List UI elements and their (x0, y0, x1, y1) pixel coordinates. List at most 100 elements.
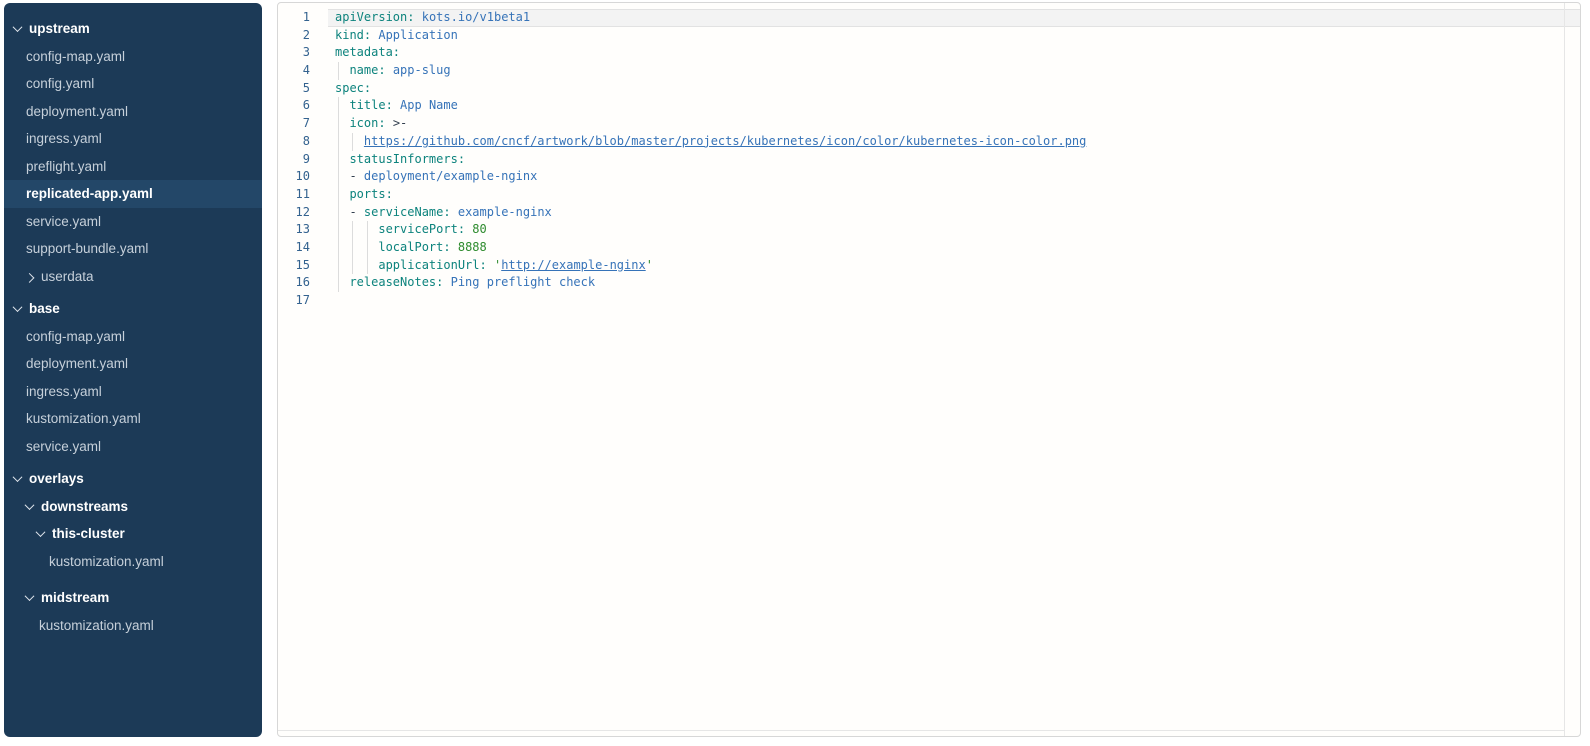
code-line-16[interactable]: releaseNotes: Ping preflight check (335, 274, 1560, 292)
code-token: 8888 (458, 240, 487, 254)
tree-item-label: this-cluster (52, 526, 125, 541)
indent-guide (338, 115, 339, 133)
tree-folder-base[interactable]: base (4, 295, 262, 323)
code-token: servicePort: (378, 222, 465, 236)
code-token: localPort: (378, 240, 450, 254)
code-line-13[interactable]: servicePort: 80 (335, 221, 1560, 239)
tree-folder-upstream[interactable]: upstream (4, 15, 262, 43)
tree-file-support-bundle.yaml[interactable]: support-bundle.yaml (4, 235, 262, 263)
code-token: app-slug (393, 63, 451, 77)
code-link-url[interactable]: https://github.com/cncf/artwork/blob/mas… (364, 134, 1086, 148)
code-line-9[interactable]: statusInformers: (335, 151, 1560, 169)
code-token: Ping preflight check (451, 275, 596, 289)
chevron-down-icon (36, 527, 46, 537)
code-token: 80 (472, 222, 486, 236)
line-number: 10 (278, 168, 310, 186)
code-line-2[interactable]: kind: Application (335, 27, 1560, 45)
code-line-5[interactable]: spec: (335, 80, 1560, 98)
indent-guide (367, 257, 368, 275)
indent-guide (352, 257, 353, 275)
tree-folder-userdata[interactable]: userdata (4, 263, 262, 291)
indent-guide (338, 133, 339, 151)
code-token: apiVersion: (335, 10, 414, 24)
code-line-4[interactable]: name: app-slug (335, 62, 1560, 80)
tree-file-service.yaml[interactable]: service.yaml (4, 208, 262, 236)
tree-item-label: preflight.yaml (26, 159, 106, 174)
tree-file-config-map.yaml[interactable]: config-map.yaml (4, 43, 262, 71)
tree-item-label: kustomization.yaml (26, 411, 141, 426)
tree-file-ingress.yaml[interactable]: ingress.yaml (4, 378, 262, 406)
line-number: 2 (278, 27, 310, 45)
code-token (386, 116, 393, 130)
code-line-11[interactable]: ports: (335, 186, 1560, 204)
code-line-8[interactable]: https://github.com/cncf/artwork/blob/mas… (335, 133, 1560, 151)
code-token (335, 134, 364, 148)
code-token: kind: (335, 28, 371, 42)
line-number: 6 (278, 97, 310, 115)
indent-guide (338, 257, 339, 275)
editor-code-area[interactable]: apiVersion: kots.io/v1beta1kind: Applica… (335, 9, 1560, 310)
tree-file-replicated-app.yaml[interactable]: replicated-app.yaml (4, 180, 262, 208)
tree-item-label: service.yaml (26, 439, 101, 454)
code-token: statusInformers: (349, 152, 465, 166)
editor-gutter: 1234567891011121314151617 (278, 9, 310, 310)
tree-item-label: service.yaml (26, 214, 101, 229)
file-tree-sidebar[interactable]: upstreamconfig-map.yamlconfig.yamldeploy… (4, 3, 262, 737)
code-line-3[interactable]: metadata: (335, 44, 1560, 62)
indent-guide (338, 62, 339, 80)
tree-file-service.yaml[interactable]: service.yaml (4, 433, 262, 461)
tree-item-label: config-map.yaml (26, 329, 125, 344)
code-line-17[interactable] (335, 292, 1560, 310)
tree-file-config.yaml[interactable]: config.yaml (4, 70, 262, 98)
tree-item-label: userdata (41, 269, 94, 284)
code-line-14[interactable]: localPort: 8888 (335, 239, 1560, 257)
indent-guide (367, 221, 368, 239)
tree-folder-downstreams[interactable]: downstreams (4, 493, 262, 521)
file-tree-editor-page: upstreamconfig-map.yamlconfig.yamldeploy… (0, 0, 1590, 746)
indent-guide (338, 274, 339, 292)
vertical-scrollbar-track[interactable] (1564, 3, 1565, 736)
code-token: title: (349, 98, 392, 112)
tree-file-kustomization.yaml[interactable]: kustomization.yaml (4, 548, 262, 576)
code-token: - (349, 205, 363, 219)
code-line-6[interactable]: title: App Name (335, 97, 1560, 115)
line-number: 11 (278, 186, 310, 204)
code-token: deployment/example-nginx (364, 169, 537, 183)
tree-folder-this-cluster[interactable]: this-cluster (4, 520, 262, 548)
indent-guide (338, 239, 339, 257)
chevron-down-icon (13, 472, 23, 482)
horizontal-scrollbar-track[interactable] (278, 730, 1565, 731)
indent-guide (338, 97, 339, 115)
code-token: releaseNotes: (349, 275, 443, 289)
line-number: 5 (278, 80, 310, 98)
code-line-7[interactable]: icon: >- (335, 115, 1560, 133)
indent-guide (338, 221, 339, 239)
code-line-15[interactable]: applicationUrl: 'http://example-nginx' (335, 257, 1560, 275)
line-number: 3 (278, 44, 310, 62)
yaml-editor-panel[interactable]: 1234567891011121314151617 apiVersion: ko… (277, 2, 1581, 737)
tree-folder-midstream[interactable]: midstream (4, 584, 262, 612)
tree-file-preflight.yaml[interactable]: preflight.yaml (4, 153, 262, 181)
code-token: icon: (349, 116, 385, 130)
code-token (386, 63, 393, 77)
line-number: 1 (278, 9, 310, 27)
chevron-down-icon (13, 302, 23, 312)
tree-file-kustomization.yaml[interactable]: kustomization.yaml (4, 405, 262, 433)
code-token (451, 240, 458, 254)
code-line-12[interactable]: - serviceName: example-nginx (335, 204, 1560, 222)
tree-file-ingress.yaml[interactable]: ingress.yaml (4, 125, 262, 153)
tree-item-label: kustomization.yaml (39, 618, 154, 633)
code-link-url[interactable]: http://example-nginx (501, 258, 646, 272)
code-token: ports: (349, 187, 392, 201)
tree-file-deployment.yaml[interactable]: deployment.yaml (4, 98, 262, 126)
tree-folder-overlays[interactable]: overlays (4, 465, 262, 493)
tree-file-deployment.yaml[interactable]: deployment.yaml (4, 350, 262, 378)
chevron-right-icon (25, 273, 35, 283)
tree-file-config-map.yaml[interactable]: config-map.yaml (4, 323, 262, 351)
tree-file-kustomization.yaml[interactable]: kustomization.yaml (4, 612, 262, 640)
code-line-1[interactable]: apiVersion: kots.io/v1beta1 (335, 9, 1560, 27)
code-line-10[interactable]: - deployment/example-nginx (335, 168, 1560, 186)
indent-guide (352, 133, 353, 151)
tree-item-label: deployment.yaml (26, 104, 128, 119)
tree-item-label: kustomization.yaml (49, 554, 164, 569)
